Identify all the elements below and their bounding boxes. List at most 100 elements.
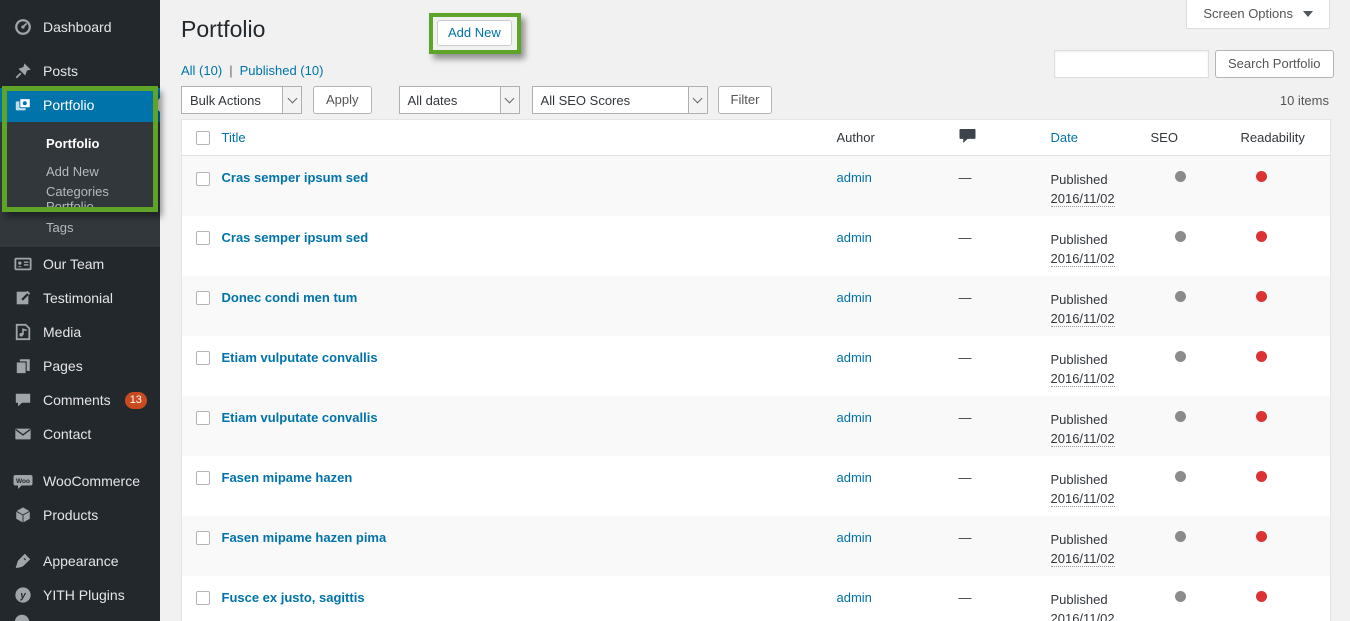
row-checkbox[interactable] — [196, 591, 210, 605]
sidebar-item-yith-plugins[interactable]: y YITH Plugins — [0, 578, 160, 612]
sidebar-item-label: Testimonial — [43, 290, 113, 306]
row-checkbox[interactable] — [196, 411, 210, 425]
comments-count: — — [947, 276, 1047, 336]
search-portfolio-button[interactable]: Search Portfolio — [1215, 50, 1334, 78]
all-dates-select[interactable]: All dates — [399, 86, 520, 114]
sidebar-item-portfolio[interactable]: Portfolio — [0, 88, 160, 122]
seo-score-dot — [1175, 171, 1186, 182]
table-row: Cras semper ipsum sed admin — Published2… — [182, 216, 1331, 276]
author-link[interactable]: admin — [837, 290, 872, 305]
readability-score-dot — [1256, 231, 1267, 242]
sidebar-item-label: Media — [43, 324, 81, 340]
select-all-checkbox[interactable] — [196, 131, 210, 145]
sidebar-item-appearance[interactable]: Appearance — [0, 544, 160, 578]
author-link[interactable]: admin — [837, 530, 872, 545]
table-row: Fasen mipame hazen pima admin — Publishe… — [182, 516, 1331, 576]
post-status: Published — [1051, 172, 1108, 187]
post-title-link[interactable]: Etiam vulputate convallis — [222, 410, 378, 425]
author-link[interactable]: admin — [837, 350, 872, 365]
readability-score-dot — [1256, 531, 1267, 542]
bulk-actions-value: Bulk Actions — [190, 93, 261, 108]
seo-header: SEO — [1151, 120, 1210, 156]
seo-score-dot — [1175, 471, 1186, 482]
dashboard-icon — [13, 17, 33, 37]
sidebar-item-label: Posts — [43, 63, 78, 79]
submenu-item-label: Add New — [46, 164, 99, 179]
post-title-link[interactable]: Fasen mipame hazen pima — [222, 530, 387, 545]
sidebar-item-woocommerce[interactable]: Woo WooCommerce — [0, 464, 160, 498]
sidebar-item-label: Comments — [43, 392, 111, 408]
post-status: Published — [1051, 352, 1108, 367]
all-seo-scores-value: All SEO Scores — [541, 93, 631, 108]
sidebar-item-contact[interactable]: Contact — [0, 417, 160, 451]
author-link[interactable]: admin — [837, 470, 872, 485]
sort-title-header[interactable]: Title — [222, 130, 246, 145]
post-date: 2016/11/02 — [1051, 491, 1115, 507]
post-title-link[interactable]: Etiam vulputate convallis — [222, 350, 378, 365]
sidebar-item-products[interactable]: Products — [0, 498, 160, 532]
readability-header: Readability — [1210, 120, 1331, 156]
author-link[interactable]: admin — [837, 590, 872, 605]
row-checkbox[interactable] — [196, 291, 210, 305]
post-title-link[interactable]: Cras semper ipsum sed — [222, 230, 369, 245]
table-header-row: Title Author Date SEO Readability — [182, 120, 1331, 156]
cut-off-menu-icon — [13, 613, 33, 621]
sidebar-item-label: Dashboard — [43, 19, 112, 35]
post-date: 2016/11/02 — [1051, 431, 1115, 447]
yith-icon: y — [13, 585, 33, 605]
filter-button[interactable]: Filter — [718, 86, 773, 114]
row-checkbox[interactable] — [196, 231, 210, 245]
sidebar-item-media[interactable]: Media — [0, 315, 160, 349]
view-published-link[interactable]: Published (10) — [240, 63, 324, 78]
post-date: 2016/11/02 — [1051, 551, 1115, 567]
all-seo-scores-select[interactable]: All SEO Scores — [532, 86, 708, 114]
view-all-link[interactable]: All (10) — [181, 63, 222, 78]
author-link[interactable]: admin — [837, 230, 872, 245]
list-table-toolbar: Bulk Actions Apply All dates All SEO Sco… — [181, 86, 772, 114]
comments-count: — — [947, 576, 1047, 621]
view-filter-links: All (10)|Published (10) — [181, 63, 323, 78]
submenu-item-portfolio[interactable]: Portfolio — [0, 129, 160, 157]
search-input[interactable] — [1054, 50, 1209, 78]
bulk-actions-select[interactable]: Bulk Actions — [181, 86, 302, 114]
table-row: Fusce ex justo, sagittis admin — Publish… — [182, 576, 1331, 621]
readability-score-dot — [1256, 471, 1267, 482]
post-title-link[interactable]: Cras semper ipsum sed — [222, 170, 369, 185]
author-link[interactable]: admin — [837, 410, 872, 425]
table-row: Etiam vulputate convallis admin — Publis… — [182, 336, 1331, 396]
comments-count: — — [947, 396, 1047, 456]
submenu-item-categories-portfolio[interactable]: Categories Portfolio — [0, 185, 160, 213]
add-new-button[interactable]: Add New — [437, 20, 512, 46]
submenu-item-add-new[interactable]: Add New — [0, 157, 160, 185]
envelope-icon — [13, 424, 33, 444]
portfolio-icon — [13, 95, 33, 115]
post-title-link[interactable]: Fasen mipame hazen — [222, 470, 353, 485]
woocommerce-icon: Woo — [13, 471, 33, 491]
post-title-link[interactable]: Fusce ex justo, sagittis — [222, 590, 365, 605]
seo-score-dot — [1175, 531, 1186, 542]
sort-date-header[interactable]: Date — [1051, 130, 1078, 145]
table-row: Fasen mipame hazen admin — Published2016… — [182, 456, 1331, 516]
author-link[interactable]: admin — [837, 170, 872, 185]
sidebar-item-pages[interactable]: Pages — [0, 349, 160, 383]
row-checkbox[interactable] — [196, 172, 210, 186]
post-title-link[interactable]: Donec condi men tum — [222, 290, 358, 305]
sidebar-item-testimonial[interactable]: Testimonial — [0, 281, 160, 315]
sidebar-item-dashboard[interactable]: Dashboard — [0, 10, 160, 44]
row-checkbox[interactable] — [196, 471, 210, 485]
pages-icon — [13, 356, 33, 376]
sidebar-item-our-team[interactable]: Our Team — [0, 247, 160, 281]
admin-sidebar: Dashboard Posts Portfolio Portfolio Add … — [0, 0, 160, 621]
row-checkbox[interactable] — [196, 351, 210, 365]
sidebar-item-comments[interactable]: Comments 13 — [0, 383, 160, 417]
submenu-item-tags[interactable]: Tags — [0, 213, 160, 241]
comments-count-badge: 13 — [125, 392, 147, 409]
chevron-down-icon — [1303, 11, 1313, 17]
id-card-icon — [13, 254, 33, 274]
portfolio-submenu: Portfolio Add New Categories Portfolio T… — [0, 122, 160, 247]
screen-options-tab[interactable]: Screen Options — [1186, 0, 1330, 29]
row-checkbox[interactable] — [196, 531, 210, 545]
apply-button[interactable]: Apply — [313, 86, 372, 114]
svg-text:Woo: Woo — [16, 478, 30, 485]
sidebar-item-posts[interactable]: Posts — [0, 54, 160, 88]
